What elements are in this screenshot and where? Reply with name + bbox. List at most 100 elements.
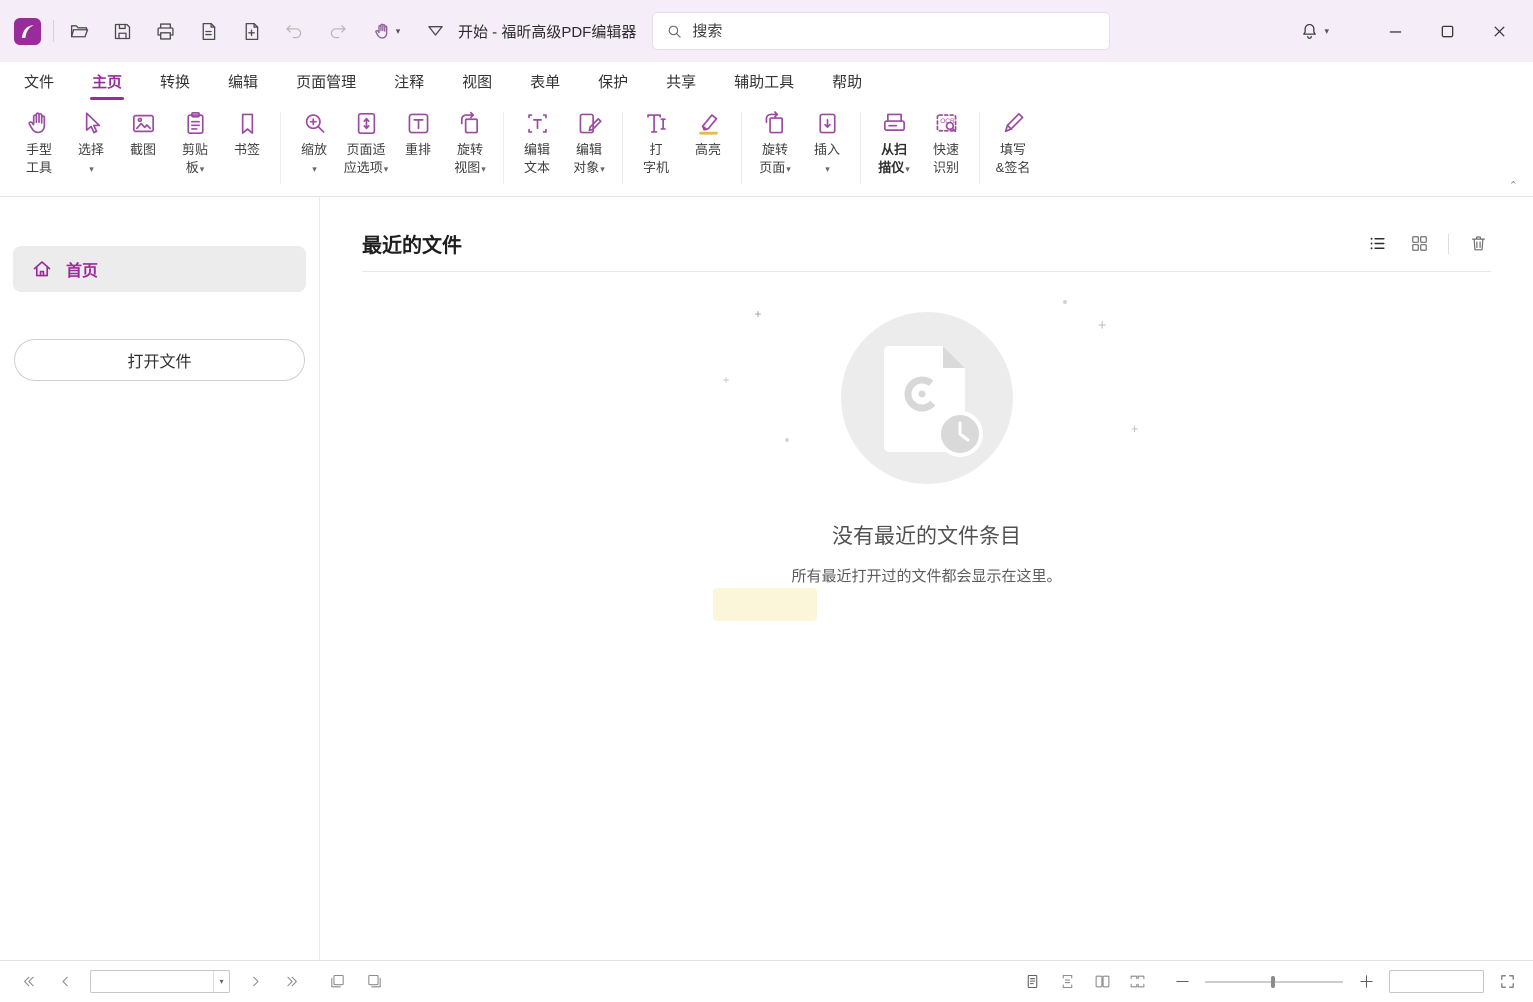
ribbon-rotate-pages-button[interactable]: 旋转页面▾ [749,100,801,196]
zoom-slider[interactable] [1205,981,1343,983]
next-page-icon[interactable] [243,970,267,994]
collapse-ribbon-icon[interactable]: ⌃ [1504,177,1523,194]
facing-pages-view-icon[interactable] [1090,970,1114,994]
open-file-button[interactable]: 打开文件 [14,339,305,381]
sidebar: 首页 打开文件 [0,197,320,960]
tab-share[interactable]: 共享 [664,63,698,100]
minimize-button[interactable] [1375,14,1415,48]
quick-toolbar-menu-icon[interactable] [422,18,448,44]
search-input[interactable] [692,23,1096,40]
search-icon [666,23,683,40]
ribbon-group: 从扫描仪▾ OCR快速识别 [863,100,977,196]
empty-state-subtitle: 所有最近打开过的文件都会显示在这里。 [707,565,1147,586]
bookmark-icon [233,109,262,138]
ribbon-quick-ocr-button[interactable]: OCR快速识别 [920,100,972,196]
ribbon-highlight-button[interactable]: 高亮 [682,100,734,196]
foxit-logo [14,18,41,45]
next-view-icon[interactable] [362,970,386,994]
reflow-icon [404,109,433,138]
ribbon-toolbar: 手型工具选择▾ 截图 剪贴板▾ 书签缩放▾页面适应选项▾重排旋转视图▾ 编辑文本编辑对象… [0,100,1533,197]
print-icon[interactable] [152,18,178,44]
title-bar: ▾ 开始 - 福昕高级PDF编辑器 ▾ [0,0,1533,62]
tab-convert[interactable]: 转换 [158,63,192,100]
ribbon-bookmark-button[interactable]: 书签 [221,100,273,196]
zoom-icon [300,109,329,138]
ribbon-typewriter-button[interactable]: 打字机 [630,100,682,196]
grid-view-button[interactable] [1406,231,1432,257]
redo-icon[interactable] [324,18,350,44]
save-icon[interactable] [109,18,135,44]
notifications-button[interactable]: ▾ [1299,21,1329,42]
last-page-icon[interactable] [280,970,304,994]
zoom-slider-thumb[interactable] [1271,976,1275,988]
sidebar-item-home[interactable]: 首页 [13,246,306,292]
ribbon-item-label: 选择▾ [78,141,104,178]
titlebar-separator [53,20,54,42]
tab-accessibility[interactable]: 辅助工具 [732,63,796,100]
ribbon-fit-options-button[interactable]: 页面适应选项▾ [340,100,392,196]
ribbon-item-label: 快速识别 [933,141,959,177]
ribbon-hand-tool-button[interactable]: 手型工具 [13,100,65,196]
tab-file[interactable]: 文件 [22,63,56,100]
zoom-level-input[interactable] [1390,971,1483,992]
chevron-down-icon: ▾ [384,164,389,174]
list-view-button[interactable] [1364,231,1390,257]
tab-view[interactable]: 视图 [460,63,494,100]
search-box[interactable] [652,12,1110,50]
previous-page-icon[interactable] [53,970,77,994]
ribbon-item-label: 填写&签名 [996,141,1031,177]
previous-view-icon[interactable] [325,970,349,994]
ribbon-edit-object-button[interactable]: 编辑对象▾ [563,100,615,196]
quick-access-toolbar: ▾ [66,18,448,44]
close-button[interactable] [1479,14,1519,48]
page-dropdown-icon[interactable]: ▾ [213,971,229,992]
fullscreen-icon[interactable] [1495,970,1519,994]
ribbon-group-divider [622,112,623,184]
new-document-icon[interactable] [238,18,264,44]
ribbon-item-label: 剪贴板▾ [182,141,208,178]
home-icon [31,258,53,280]
single-page-view-icon[interactable] [1020,970,1044,994]
empty-state-title: 没有最近的文件条目 [707,520,1147,550]
first-page-icon[interactable] [16,970,40,994]
chevron-down-icon: ▾ [89,164,94,174]
fit-icon [352,109,381,138]
ribbon-snapshot-button[interactable]: 截图 [117,100,169,196]
ribbon-select-button[interactable]: 选择▾ [65,100,117,196]
ribbon-zoom-button[interactable]: 缩放▾ [288,100,340,196]
ribbon-edit-text-button[interactable]: 编辑文本 [511,100,563,196]
tab-home[interactable]: 主页 [90,63,124,100]
hand-mode-icon[interactable]: ▾ [367,18,405,44]
chevron-down-icon: ▾ [786,164,791,174]
maximize-button[interactable] [1427,14,1467,48]
tab-help[interactable]: 帮助 [830,63,864,100]
continuous-facing-view-icon[interactable] [1125,970,1149,994]
tab-edit[interactable]: 编辑 [226,63,260,100]
view-icons-divider [1448,234,1449,254]
hand-icon [25,109,54,138]
ribbon-item-label: 截图 [130,141,156,159]
ribbon-reflow-button[interactable]: 重排 [392,100,444,196]
tab-protect[interactable]: 保护 [596,63,630,100]
clear-recent-button[interactable] [1465,231,1491,257]
ribbon-rotate-view-button[interactable]: 旋转视图▾ [444,100,496,196]
ribbon-clipboard-button[interactable]: 剪贴板▾ [169,100,221,196]
open-folder-icon[interactable] [66,18,92,44]
zoom-in-button[interactable] [1354,970,1378,994]
ribbon-from-scanner-button[interactable]: 从扫描仪▾ [868,100,920,196]
ribbon-insert-button[interactable]: 插入▾ [801,100,853,196]
tab-form[interactable]: 表单 [528,63,562,100]
tab-page-organize[interactable]: 页面管理 [294,63,358,100]
continuous-scroll-view-icon[interactable] [1055,970,1079,994]
ribbon-group-divider [280,112,281,184]
page-number-input[interactable] [91,971,213,992]
trash-icon [1469,234,1488,253]
document-icon[interactable] [195,18,221,44]
sparkle-icon: + [755,308,762,320]
snapshot-icon [129,109,158,138]
tab-comment[interactable]: 注释 [392,63,426,100]
zoom-out-button[interactable] [1170,970,1194,994]
ribbon-fill-sign-button[interactable]: 填写&签名 [987,100,1039,196]
ribbon-item-label: 从扫描仪▾ [878,141,910,178]
undo-icon[interactable] [281,18,307,44]
